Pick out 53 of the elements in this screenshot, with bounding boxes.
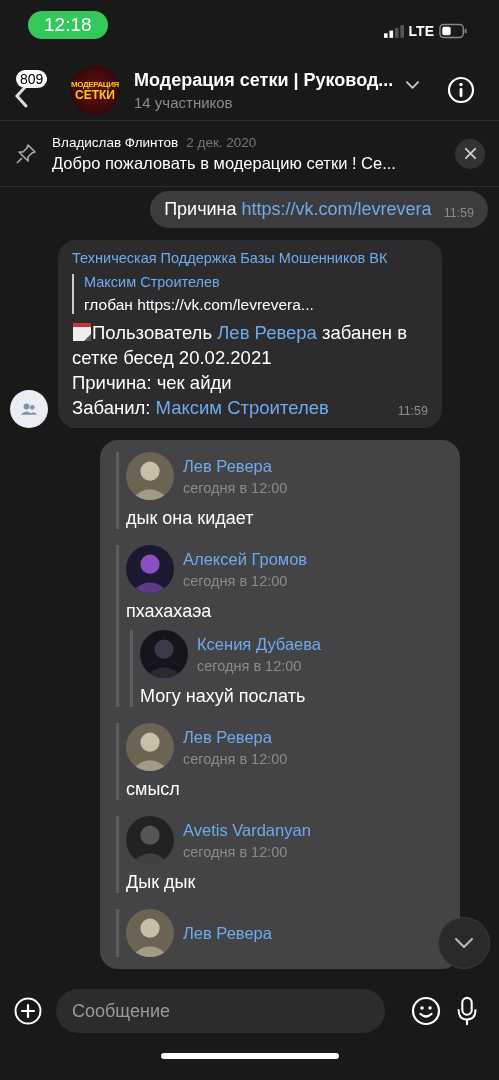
message-time: 11:59 bbox=[443, 206, 474, 220]
message-text: Дык дык bbox=[126, 872, 197, 893]
pinned-author: Владислав Флинтов bbox=[52, 134, 179, 150]
microphone-icon[interactable] bbox=[455, 996, 479, 1026]
message-field[interactable]: Сообщение bbox=[56, 989, 385, 1033]
sender-name[interactable]: Техническая Поддержка Базы Мошенников ВК bbox=[72, 250, 428, 266]
info-icon[interactable] bbox=[447, 76, 475, 104]
author-link[interactable]: Avetis Vardanyan bbox=[183, 820, 311, 840]
reply-author[interactable]: Максим Строителев bbox=[84, 274, 428, 290]
message-time: сегодня в 12:00 bbox=[183, 479, 288, 496]
sender-avatar[interactable] bbox=[10, 390, 48, 428]
author-link[interactable]: Лев Ревера bbox=[183, 923, 272, 943]
message-text: дык она кидает bbox=[126, 508, 255, 529]
link[interactable]: https://vk.com/levrevera bbox=[241, 199, 432, 219]
message-text: Причина: чек айди bbox=[72, 371, 232, 395]
pin-icon bbox=[14, 141, 38, 166]
pinned-message[interactable]: Добро пожаловать в модерацию сетки ! Се... bbox=[52, 153, 441, 173]
close-icon bbox=[463, 147, 477, 160]
close-button[interactable] bbox=[455, 138, 485, 169]
unread-badge: 809 bbox=[16, 70, 48, 88]
reply-text: глобан https://vk.com/levrevera... bbox=[84, 296, 315, 314]
message-time: сегодня в 12:00 bbox=[183, 843, 289, 860]
add-icon[interactable] bbox=[14, 997, 42, 1025]
message-text: Могу нахуй послать bbox=[140, 686, 307, 707]
notepad-icon bbox=[72, 322, 92, 342]
pinned-date: 2 дек. 2020 bbox=[186, 134, 257, 150]
chevron-down-icon bbox=[455, 938, 473, 948]
message-text: Причина https://vk.com/levrevera bbox=[164, 199, 432, 220]
back-button[interactable]: 809 bbox=[14, 66, 62, 114]
member-count: 14 участников bbox=[134, 93, 234, 111]
message-text: пхахахаэа bbox=[126, 601, 213, 622]
message-time: сегодня в 12:00 bbox=[183, 750, 288, 767]
link[interactable]: Максим Строителев bbox=[155, 397, 329, 418]
message-time: 11:59 bbox=[397, 404, 428, 418]
smiley-icon[interactable] bbox=[411, 996, 441, 1026]
logo-text: СЕТКИ bbox=[75, 88, 115, 101]
link[interactable]: Лев Ревера bbox=[217, 322, 317, 343]
author-link[interactable]: Алексей Громов bbox=[183, 549, 308, 569]
author-link[interactable]: Лев Ревера bbox=[183, 456, 288, 476]
logo-text: МОДЕРАЦИЯ bbox=[71, 79, 119, 89]
author-link[interactable]: Лев Ревера bbox=[183, 727, 288, 747]
message-text: смысл bbox=[126, 779, 181, 800]
chevron-down-icon[interactable] bbox=[406, 81, 419, 89]
signal-icon bbox=[383, 24, 404, 38]
status-time: 12:18 bbox=[28, 11, 108, 39]
message-text: Забанил: Максим Строителев bbox=[72, 396, 329, 420]
chat-title[interactable]: Модерация сетки | Руковод... bbox=[134, 69, 398, 91]
battery-icon bbox=[439, 23, 467, 39]
message-time: сегодня в 12:00 bbox=[183, 572, 289, 589]
author-link[interactable]: Ксения Дубаева bbox=[197, 634, 322, 654]
network-label: LTE bbox=[408, 23, 434, 39]
message-text: Пользователь Лев Ревера забанен в сетке бесед 20.02.2021 bbox=[72, 321, 408, 370]
message-time: сегодня в 12:00 bbox=[197, 657, 303, 674]
